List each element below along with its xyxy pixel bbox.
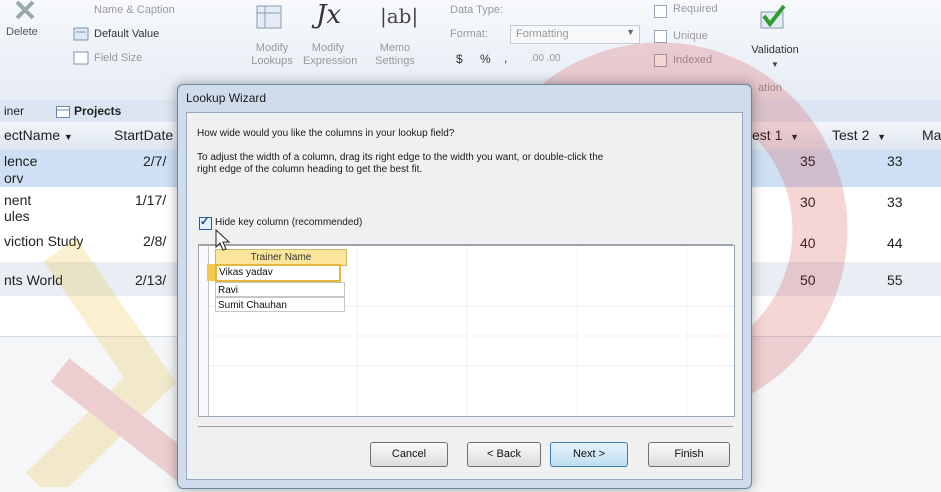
field-size-button[interactable]: Field Size bbox=[94, 52, 142, 64]
test2-cell: 55 bbox=[887, 272, 903, 288]
validation-button[interactable]: Validation bbox=[739, 44, 811, 57]
start-date-cell: 1/17/ bbox=[135, 192, 167, 208]
separator-bottom bbox=[198, 426, 733, 427]
project-name-cell: nent bbox=[4, 192, 32, 208]
start-date-cell: 2/8/ bbox=[143, 233, 167, 249]
dialog-instruction-1: To adjust the width of a column, drag it… bbox=[197, 152, 604, 163]
delete-icon bbox=[14, 0, 36, 29]
required-checkbox[interactable] bbox=[654, 5, 667, 18]
test1-cell: 40 bbox=[800, 235, 816, 251]
field-size-icon bbox=[73, 51, 89, 70]
mouse-cursor-icon bbox=[214, 228, 232, 257]
data-type-label: Data Type: bbox=[450, 4, 503, 16]
default-value-icon bbox=[73, 27, 89, 46]
test1-cell: 30 bbox=[800, 194, 816, 210]
finish-button[interactable]: Finish bbox=[648, 442, 730, 467]
format-dropdown[interactable]: Formatting ▼ bbox=[510, 25, 640, 44]
memo-icon: |ab| bbox=[380, 4, 419, 28]
column-header-label: est 1 bbox=[752, 127, 783, 143]
default-value-button[interactable]: Default Value bbox=[94, 28, 159, 40]
dialog-question: How wide would you like the columns in y… bbox=[197, 128, 455, 139]
test2-cell: 33 bbox=[887, 153, 903, 169]
start-date-cell: 2/13/ bbox=[135, 272, 167, 288]
row-selector-active bbox=[207, 264, 215, 281]
name-caption-button[interactable]: Name & Caption bbox=[94, 4, 175, 16]
checkmark-icon: ✓ bbox=[200, 216, 210, 228]
percent-button[interactable]: % bbox=[480, 52, 491, 66]
project-name-cell-cont: ules bbox=[4, 208, 30, 224]
currency-button[interactable]: $ bbox=[456, 52, 463, 66]
cancel-button[interactable]: Cancel bbox=[370, 442, 448, 467]
test1-cell: 50 bbox=[800, 272, 816, 288]
test2-cell: 33 bbox=[887, 194, 903, 210]
dialog-title: Lookup Wizard bbox=[186, 91, 267, 105]
project-name-cell: lence bbox=[4, 153, 38, 169]
lookup-wizard-dialog: Lookup Wizard How wide would you like th… bbox=[177, 84, 752, 489]
hide-key-label[interactable]: Hide key column (recommended) bbox=[215, 217, 362, 229]
column-header-label: Test 2 bbox=[832, 127, 870, 143]
sort-arrow-icon: ▼ bbox=[790, 132, 800, 142]
format-label: Format: bbox=[450, 28, 488, 40]
format-value: Formatting bbox=[516, 28, 569, 40]
expression-icon: Jx bbox=[316, 0, 342, 30]
comma-button[interactable]: , bbox=[504, 51, 507, 65]
modify-lookups-icon bbox=[255, 4, 285, 37]
column-header-extra[interactable]: Ma bbox=[922, 127, 941, 143]
column-header-project-name[interactable]: ectName ▼ bbox=[4, 127, 73, 143]
dialog-instruction-2: right edge of the column heading to get … bbox=[197, 164, 423, 175]
validation-icon bbox=[758, 2, 788, 37]
tab-trainer[interactable]: iner bbox=[4, 104, 24, 118]
lookup-value-cell[interactable]: Vikas yadav bbox=[215, 264, 341, 282]
decimal-buttons[interactable]: .00 .00 bbox=[530, 53, 561, 64]
test1-cell: 35 bbox=[800, 153, 816, 169]
column-header-test1[interactable]: est 1 ▼ bbox=[752, 127, 799, 143]
modify-expression-button[interactable]: Modify Expression bbox=[303, 42, 357, 68]
indexed-checkbox[interactable] bbox=[654, 54, 667, 67]
delete-button[interactable]: Delete bbox=[6, 26, 38, 38]
memo-settings-button[interactable]: Memo Settings bbox=[367, 42, 423, 68]
indexed-label: Indexed bbox=[673, 54, 713, 66]
ribbon-group-label: ation bbox=[758, 82, 782, 94]
chevron-down-icon: ▼ bbox=[771, 60, 779, 69]
start-date-cell: 2/7/ bbox=[143, 153, 167, 169]
sort-arrow-icon: ▼ bbox=[63, 132, 73, 142]
project-name-cell-cont: orv bbox=[4, 170, 24, 184]
hide-key-checkbox[interactable]: ✓ bbox=[199, 216, 212, 230]
back-button[interactable]: < Back bbox=[467, 442, 541, 467]
lookup-value-cell[interactable]: Ravi bbox=[215, 282, 345, 297]
project-name-cell: nts World bbox=[4, 272, 63, 288]
dialog-body: How wide would you like the columns in y… bbox=[186, 112, 743, 480]
unique-label: Unique bbox=[673, 30, 708, 42]
sort-arrow-icon: ▼ bbox=[877, 132, 887, 142]
modify-lookups-button[interactable]: Modify Lookups bbox=[246, 42, 298, 68]
project-name-cell: viction Study bbox=[4, 233, 84, 249]
test2-cell: 44 bbox=[887, 235, 903, 251]
column-header-start-date[interactable]: StartDate bbox=[114, 127, 173, 143]
column-header-label: ectName bbox=[4, 127, 61, 143]
table-icon bbox=[56, 105, 70, 123]
column-header-test2[interactable]: Test 2 ▼ bbox=[832, 127, 886, 143]
lookup-value-cell[interactable]: Sumit Chauhan bbox=[215, 297, 345, 312]
chevron-down-icon: ▼ bbox=[626, 27, 635, 37]
tab-projects[interactable]: Projects bbox=[74, 104, 121, 118]
next-button[interactable]: Next > bbox=[550, 442, 628, 467]
unique-checkbox[interactable] bbox=[654, 30, 667, 43]
required-label: Required bbox=[673, 3, 718, 15]
